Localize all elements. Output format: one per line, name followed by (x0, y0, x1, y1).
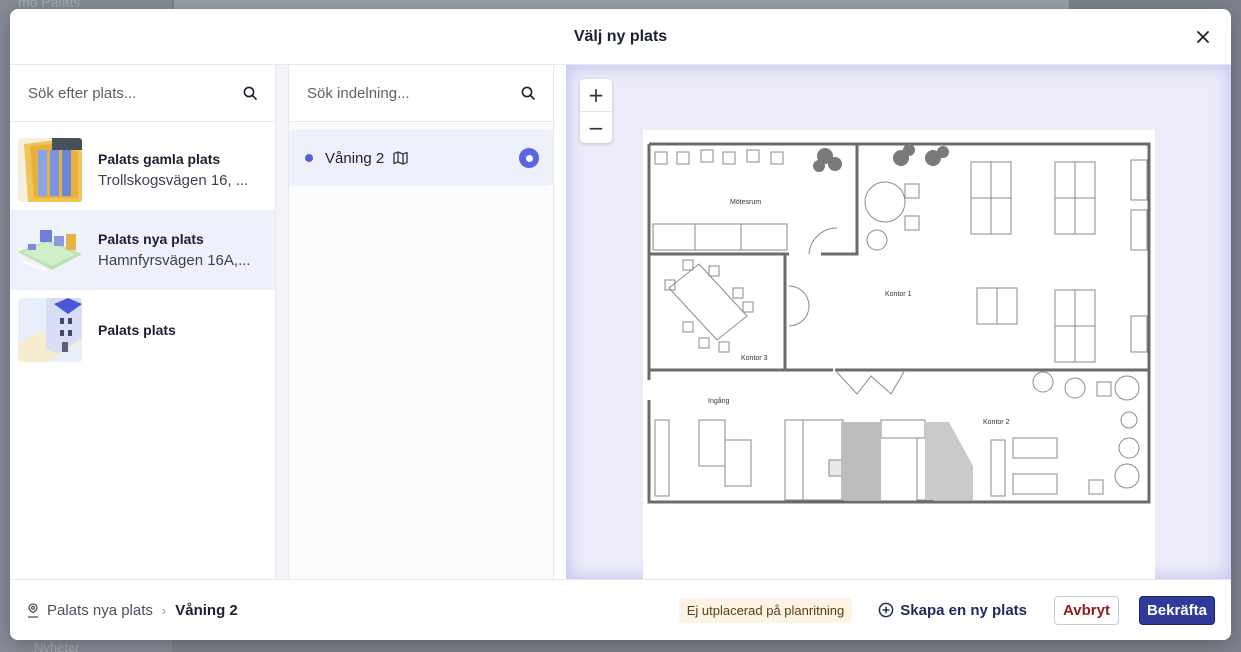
place-text: Palats gamla plats Trollskogsvägen 16, .… (98, 151, 248, 189)
place-item-palats-gamla-plats[interactable]: Palats gamla plats Trollskogsvägen 16, .… (10, 130, 275, 210)
floors-panel: Våning 2 (288, 65, 554, 579)
place-name: Palats nya plats (98, 231, 204, 247)
panel-divider (276, 65, 288, 579)
place-thumbnail (18, 218, 82, 282)
breadcrumb-floor: Våning 2 (175, 601, 238, 619)
room-label-kontor-2: Kontor 2 (983, 419, 1010, 426)
map-icon (393, 150, 409, 166)
place-name: Palats gamla plats (98, 151, 221, 167)
place-text: Palats plats (98, 322, 176, 338)
dialog-header: Välj ny plats (10, 9, 1231, 65)
location-pin-icon (26, 602, 42, 618)
dialog-footer: Palats nya plats › Våning 2 Ej utplacera… (10, 579, 1231, 640)
search-icon[interactable] (519, 84, 537, 102)
room-label-kontor-3: Kontor 3 (741, 355, 768, 362)
status-badge: Ej utplacerad på planritning (678, 597, 853, 623)
room-label-ingang: Ingång (708, 397, 730, 405)
place-search-input[interactable] (28, 84, 228, 102)
place-thumbnail (18, 298, 82, 362)
place-text: Palats nya plats Hamnfyrsvägen 16A,... (98, 231, 251, 269)
place-address: Hamnfyrsvägen 16A,... (98, 252, 251, 269)
room-label-motesrum: Mötesrum (730, 199, 761, 206)
floor-search-input[interactable] (307, 84, 507, 102)
footer-actions: Ej utplacerad på planritning Skapa en ny… (678, 595, 1215, 625)
breadcrumb: Palats nya plats › Våning 2 (26, 602, 238, 619)
status-dot (305, 154, 313, 162)
create-new-place-button[interactable]: Skapa en ny plats (878, 602, 1027, 619)
places-panel: Palats gamla plats Trollskogsvägen 16, .… (10, 65, 276, 579)
place-address: Trollskogsvägen 16, ... (98, 172, 249, 189)
close-icon (1197, 31, 1209, 43)
place-thumbnail (18, 138, 82, 202)
radio-dot (525, 154, 533, 162)
select-place-dialog: Välj ny plats Sök efter plats... Palats … (10, 9, 1231, 640)
room-label-kontor-1: Kontor 1 (885, 291, 912, 298)
confirm-button[interactable]: Bekräfta (1138, 595, 1215, 625)
floorplan-image: Mötesrum Kontor 1 Kontor 3 Ingång Kontor… (643, 130, 1155, 579)
breadcrumb-separator: › (161, 602, 167, 618)
dialog-title: Välj ny plats (573, 27, 668, 45)
cancel-button[interactable]: Avbryt (1054, 595, 1119, 625)
create-new-place-label: Skapa en ny plats (900, 601, 1027, 619)
place-item-palats-nya-plats[interactable]: Palats nya plats Hamnfyrsvägen 16A,... (10, 210, 275, 290)
place-item-palats-plats[interactable]: Palats plats (10, 290, 275, 370)
breadcrumb-place[interactable]: Palats nya plats (47, 602, 153, 619)
floor-label: Våning 2 (325, 149, 385, 167)
zoom-controls: + − (580, 79, 612, 143)
zoom-in-button[interactable]: + (580, 79, 612, 111)
place-name: Palats plats (98, 322, 176, 338)
search-icon[interactable] (241, 84, 259, 102)
zoom-out-button[interactable]: − (580, 111, 612, 143)
plus-circle-icon (878, 602, 895, 619)
floor-search-row (289, 65, 553, 122)
place-search-row (10, 65, 275, 122)
background-nav-item: Nyheter (34, 640, 80, 652)
floor-radio-selected[interactable] (519, 148, 539, 168)
floor-item-vaning-2[interactable]: Våning 2 (289, 130, 553, 186)
floorplan-map[interactable]: + − Mötesrum Kontor 1 Kontor 3 Ingång Ko… (566, 65, 1231, 579)
close-button[interactable] (1191, 25, 1215, 49)
